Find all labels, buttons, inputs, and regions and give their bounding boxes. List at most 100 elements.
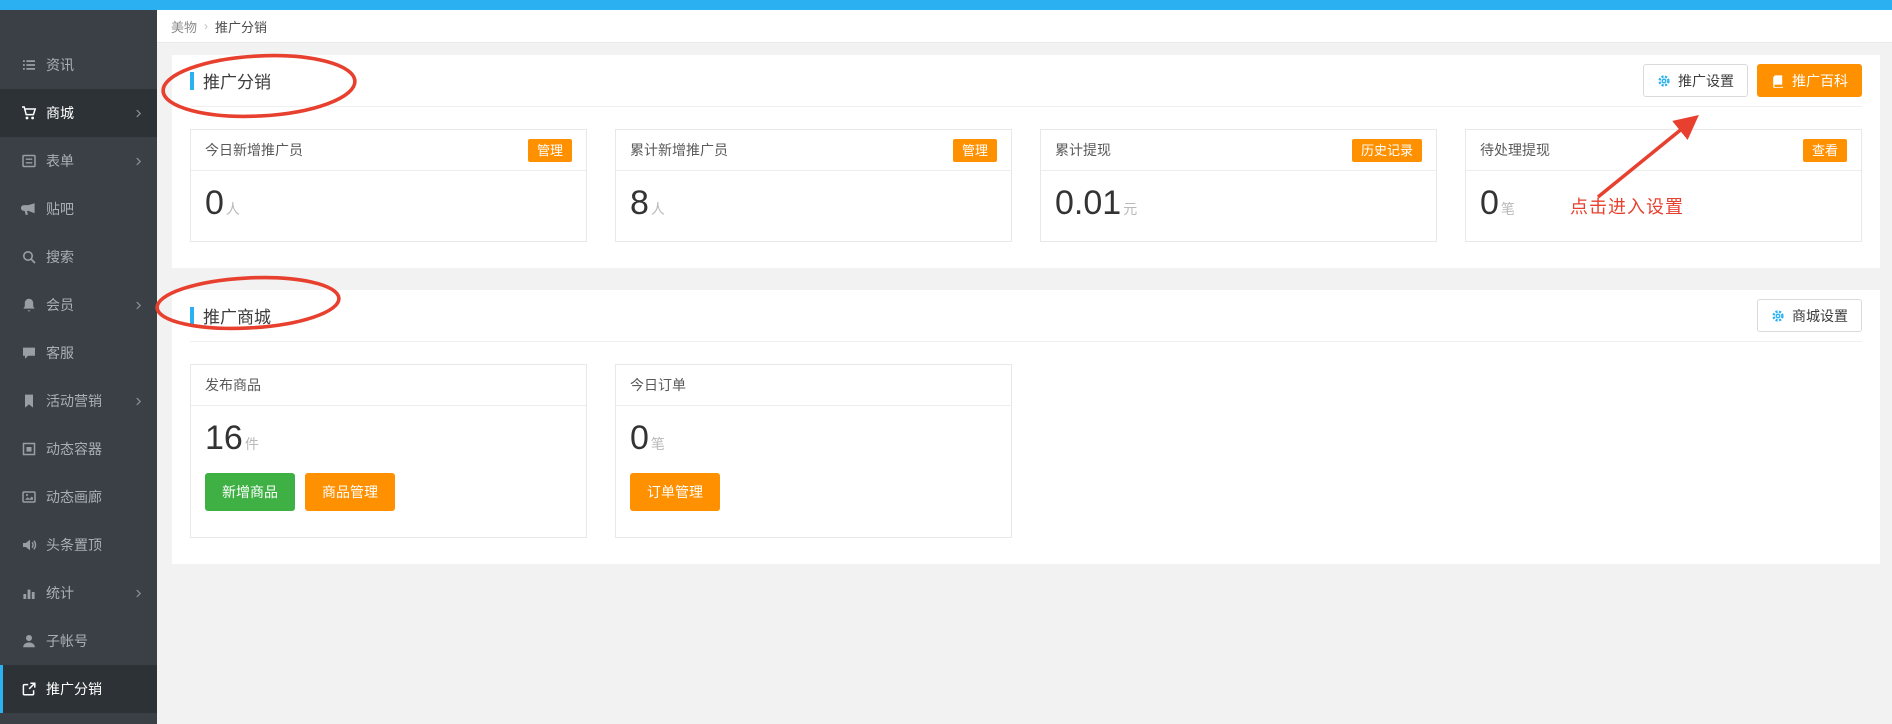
- stat-unit: 人: [226, 201, 240, 217]
- mall-panel-header: 推广商城 商城设置: [190, 290, 1862, 342]
- stat-value: 0: [1480, 184, 1499, 222]
- order-manage-button[interactable]: 订单管理: [630, 473, 720, 511]
- sidebar-item-label: 活动营销: [46, 391, 102, 411]
- manage-badge[interactable]: 管理: [528, 139, 572, 162]
- sidebar-item-label: 动态容器: [46, 439, 102, 459]
- chevron-right-icon: [133, 396, 144, 407]
- share-icon: [21, 681, 37, 697]
- sidebar-item-tieba[interactable]: 贴吧: [0, 185, 157, 233]
- stat-card-new-promoters-today: 今日新增推广员 管理 0人: [190, 129, 587, 242]
- megaphone-icon: [21, 201, 37, 217]
- sidebar-item-label: 动态画廊: [46, 487, 102, 507]
- stat-unit: 元: [1123, 201, 1137, 217]
- breadcrumb: 美物 › 推广分销: [157, 10, 1892, 43]
- chevron-right-icon: [133, 156, 144, 167]
- speaker-icon: [21, 537, 37, 553]
- sidebar-item-dynamic-gallery[interactable]: 动态画廊: [0, 473, 157, 521]
- sidebar-item-service[interactable]: 客服: [0, 329, 157, 377]
- promotion-settings-button[interactable]: 推广设置: [1643, 64, 1748, 97]
- card-body: 0笔: [1466, 171, 1861, 241]
- sidebar-item-subaccount[interactable]: 子帐号: [0, 617, 157, 665]
- stat-value: 0.01: [1055, 184, 1121, 222]
- gallery-icon: [21, 489, 37, 505]
- sidebar-item-stats[interactable]: 统计: [0, 569, 157, 617]
- add-goods-button[interactable]: 新增商品: [205, 473, 295, 511]
- card-header: 累计提现 历史记录: [1041, 130, 1436, 171]
- mall-panel: 推广商城 商城设置 发布商品 16件: [172, 290, 1880, 564]
- form-icon: [21, 153, 37, 169]
- stat-unit: 笔: [1501, 201, 1515, 217]
- chevron-right-icon: [133, 108, 144, 119]
- gear-icon: [1771, 309, 1785, 323]
- stat-card-pending-withdrawal: 待处理提现 查看 0笔: [1465, 129, 1862, 242]
- stat-value: 8: [630, 184, 649, 222]
- promotion-settings-label: 推广设置: [1678, 71, 1734, 91]
- sidebar-item-label: 会员: [46, 295, 74, 315]
- mall-title: 推广商城: [203, 303, 271, 328]
- sidebar-item-members[interactable]: 会员: [0, 281, 157, 329]
- title-marker: [190, 307, 194, 325]
- breadcrumb-current: 推广分销: [215, 17, 267, 36]
- mall-settings-button[interactable]: 商城设置: [1757, 299, 1862, 332]
- user-icon: [21, 633, 37, 649]
- sidebar-item-headline-top[interactable]: 头条置顶: [0, 521, 157, 569]
- card-header: 今日订单: [616, 365, 1011, 406]
- chevron-right-icon: [133, 588, 144, 599]
- content: 推广分销 推广设置 推广百科 今日新增推广员 管理: [157, 43, 1892, 564]
- card-title: 累计提现: [1055, 140, 1111, 160]
- bookmark-icon: [21, 393, 37, 409]
- title-marker: [190, 72, 194, 90]
- card-body: 8人: [616, 171, 1011, 241]
- distribution-title: 推广分销: [203, 68, 271, 93]
- sidebar-item-label: 贴吧: [46, 199, 74, 219]
- stat-card-total-withdrawal: 累计提现 历史记录 0.01元: [1040, 129, 1437, 242]
- sidebar: 资讯 商城 表单 贴吧 搜索 会员 客服: [0, 10, 157, 724]
- stat-value: 16: [205, 419, 243, 457]
- breadcrumb-separator-icon: ›: [204, 19, 208, 33]
- bar-chart-icon: [21, 585, 37, 601]
- sidebar-item-label: 头条置顶: [46, 535, 102, 555]
- card-body: 16件 新增商品 商品管理: [191, 406, 586, 537]
- promotion-wiki-button[interactable]: 推广百科: [1757, 64, 1862, 97]
- main-area: 美物 › 推广分销 推广分销 推广设置 推广百科: [157, 10, 1892, 724]
- stat-card-total-promoters: 累计新增推广员 管理 8人: [615, 129, 1012, 242]
- history-badge[interactable]: 历史记录: [1352, 139, 1422, 162]
- card-body: 0.01元: [1041, 171, 1436, 241]
- distribution-panel-header: 推广分销 推广设置 推广百科: [190, 55, 1862, 107]
- breadcrumb-root[interactable]: 美物: [171, 17, 197, 36]
- card-title: 今日新增推广员: [205, 140, 303, 160]
- sidebar-item-search[interactable]: 搜索: [0, 233, 157, 281]
- stat-unit: 件: [245, 436, 259, 452]
- chevron-right-icon: [133, 300, 144, 311]
- manage-badge[interactable]: 管理: [953, 139, 997, 162]
- sidebar-item-dynamic-container[interactable]: 动态容器: [0, 425, 157, 473]
- distribution-panel: 推广分销 推广设置 推广百科 今日新增推广员 管理: [172, 55, 1880, 268]
- view-badge[interactable]: 查看: [1803, 139, 1847, 162]
- promotion-wiki-label: 推广百科: [1792, 71, 1848, 91]
- goods-manage-button[interactable]: 商品管理: [305, 473, 395, 511]
- gear-icon: [1657, 74, 1671, 88]
- sidebar-item-label: 搜索: [46, 247, 74, 267]
- stat-card-orders-today: 今日订单 0笔 订单管理: [615, 364, 1012, 538]
- card-body: 0人: [191, 171, 586, 241]
- card-header: 待处理提现 查看: [1466, 130, 1861, 171]
- sidebar-item-mall[interactable]: 商城: [0, 89, 157, 137]
- card-title: 今日订单: [630, 375, 686, 395]
- sidebar-item-label: 子帐号: [46, 631, 88, 651]
- stat-unit: 人: [651, 201, 665, 217]
- card-title: 待处理提现: [1480, 140, 1550, 160]
- stat-value: 0: [205, 184, 224, 222]
- sidebar-item-forms[interactable]: 表单: [0, 137, 157, 185]
- chat-icon: [21, 345, 37, 361]
- stat-card-published-goods: 发布商品 16件 新增商品 商品管理: [190, 364, 587, 538]
- sidebar-item-distribution[interactable]: 推广分销: [0, 665, 157, 713]
- sidebar-item-label: 推广分销: [46, 679, 102, 699]
- sidebar-item-label: 客服: [46, 343, 74, 363]
- sidebar-item-label: 商城: [46, 103, 74, 123]
- book-icon: [1771, 74, 1785, 88]
- card-body: 0笔 订单管理: [616, 406, 1011, 537]
- card-title: 发布商品: [205, 375, 261, 395]
- stat-unit: 笔: [651, 436, 665, 452]
- sidebar-item-marketing[interactable]: 活动营销: [0, 377, 157, 425]
- sidebar-item-news[interactable]: 资讯: [0, 41, 157, 89]
